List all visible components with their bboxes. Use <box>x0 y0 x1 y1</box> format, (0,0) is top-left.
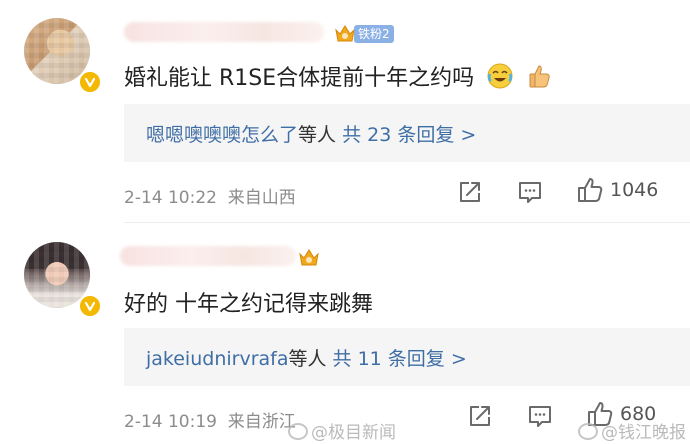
reply-summary[interactable]: jakeiudnirvrafa等人 共 11 条回复 > <box>146 344 467 371</box>
watermark-text: @极目新闻 <box>311 423 396 443</box>
comment-meta: 2-14 10:19 来自浙江 <box>124 407 296 432</box>
comment-time: 2-14 10:22 <box>124 188 217 208</box>
thumbs-up-emoji <box>529 65 550 88</box>
comment-button[interactable] <box>516 178 544 206</box>
divider <box>124 222 690 223</box>
comment-text: 好的 十年之约记得来跳舞 <box>124 292 373 317</box>
laughing-crying-emoji <box>487 63 513 89</box>
reply-summary[interactable]: 嗯嗯噢噢噢怎么了等人 共 23 条回复 > <box>146 120 476 147</box>
share-button[interactable] <box>466 402 494 430</box>
crown-icon <box>335 25 355 42</box>
comment-location: 来自山西 <box>227 188 296 208</box>
comment-item: 好的 十年之约记得来跳舞 jakeiudnirvrafa等人 共 11 条回复 … <box>0 224 690 444</box>
username-blurred[interactable] <box>120 246 296 266</box>
reply-preview[interactable]: 嗯嗯噢噢噢怎么了等人 共 23 条回复 > <box>124 104 690 162</box>
comment-text: 婚礼能让 R1SE合体提前十年之约吗 <box>124 60 552 92</box>
comment-location: 来自浙江 <box>227 412 296 432</box>
reply-count-link[interactable]: 共 23 条回复 > <box>342 124 476 146</box>
watermark: @钱江晚报 <box>578 418 686 443</box>
reply-preview[interactable]: jakeiudnirvrafa等人 共 11 条回复 > <box>124 328 690 386</box>
comment-text-content: 婚礼能让 R1SE合体提前十年之约吗 <box>124 66 475 91</box>
reply-names[interactable]: jakeiudnirvrafa <box>146 348 288 370</box>
share-icon <box>460 182 480 202</box>
reply-names[interactable]: 嗯嗯噢噢噢怎么了 <box>146 124 298 146</box>
thumbs-up-icon <box>578 178 603 202</box>
weibo-icon <box>288 423 308 440</box>
weibo-icon <box>578 423 598 440</box>
verified-icon <box>78 294 102 318</box>
share-icon <box>470 406 490 426</box>
watermark: @极目新闻 <box>288 418 396 443</box>
share-button[interactable] <box>456 178 484 206</box>
like-count: 1046 <box>610 179 659 201</box>
watermark-text: @钱江晚报 <box>601 423 686 443</box>
reply-mid-text: 等人 <box>288 348 327 370</box>
comment-item: 铁粉2 婚礼能让 R1SE合体提前十年之约吗 嗯嗯噢噢噢怎么了等人 共 23 条… <box>0 0 690 222</box>
like-button[interactable]: 1046 <box>576 176 658 204</box>
comment-icon <box>519 182 541 203</box>
comment-button[interactable] <box>526 402 554 430</box>
reply-count-link[interactable]: 共 11 条回复 > <box>333 348 467 370</box>
reply-mid-text: 等人 <box>298 124 337 146</box>
comment-time: 2-14 10:19 <box>124 412 217 432</box>
comment-icon <box>529 406 551 427</box>
username-blurred[interactable] <box>124 22 324 42</box>
verified-icon <box>78 70 102 94</box>
fan-level-badge: 铁粉2 <box>354 25 394 43</box>
comment-meta: 2-14 10:22 来自山西 <box>124 183 296 208</box>
crown-icon <box>299 249 319 266</box>
